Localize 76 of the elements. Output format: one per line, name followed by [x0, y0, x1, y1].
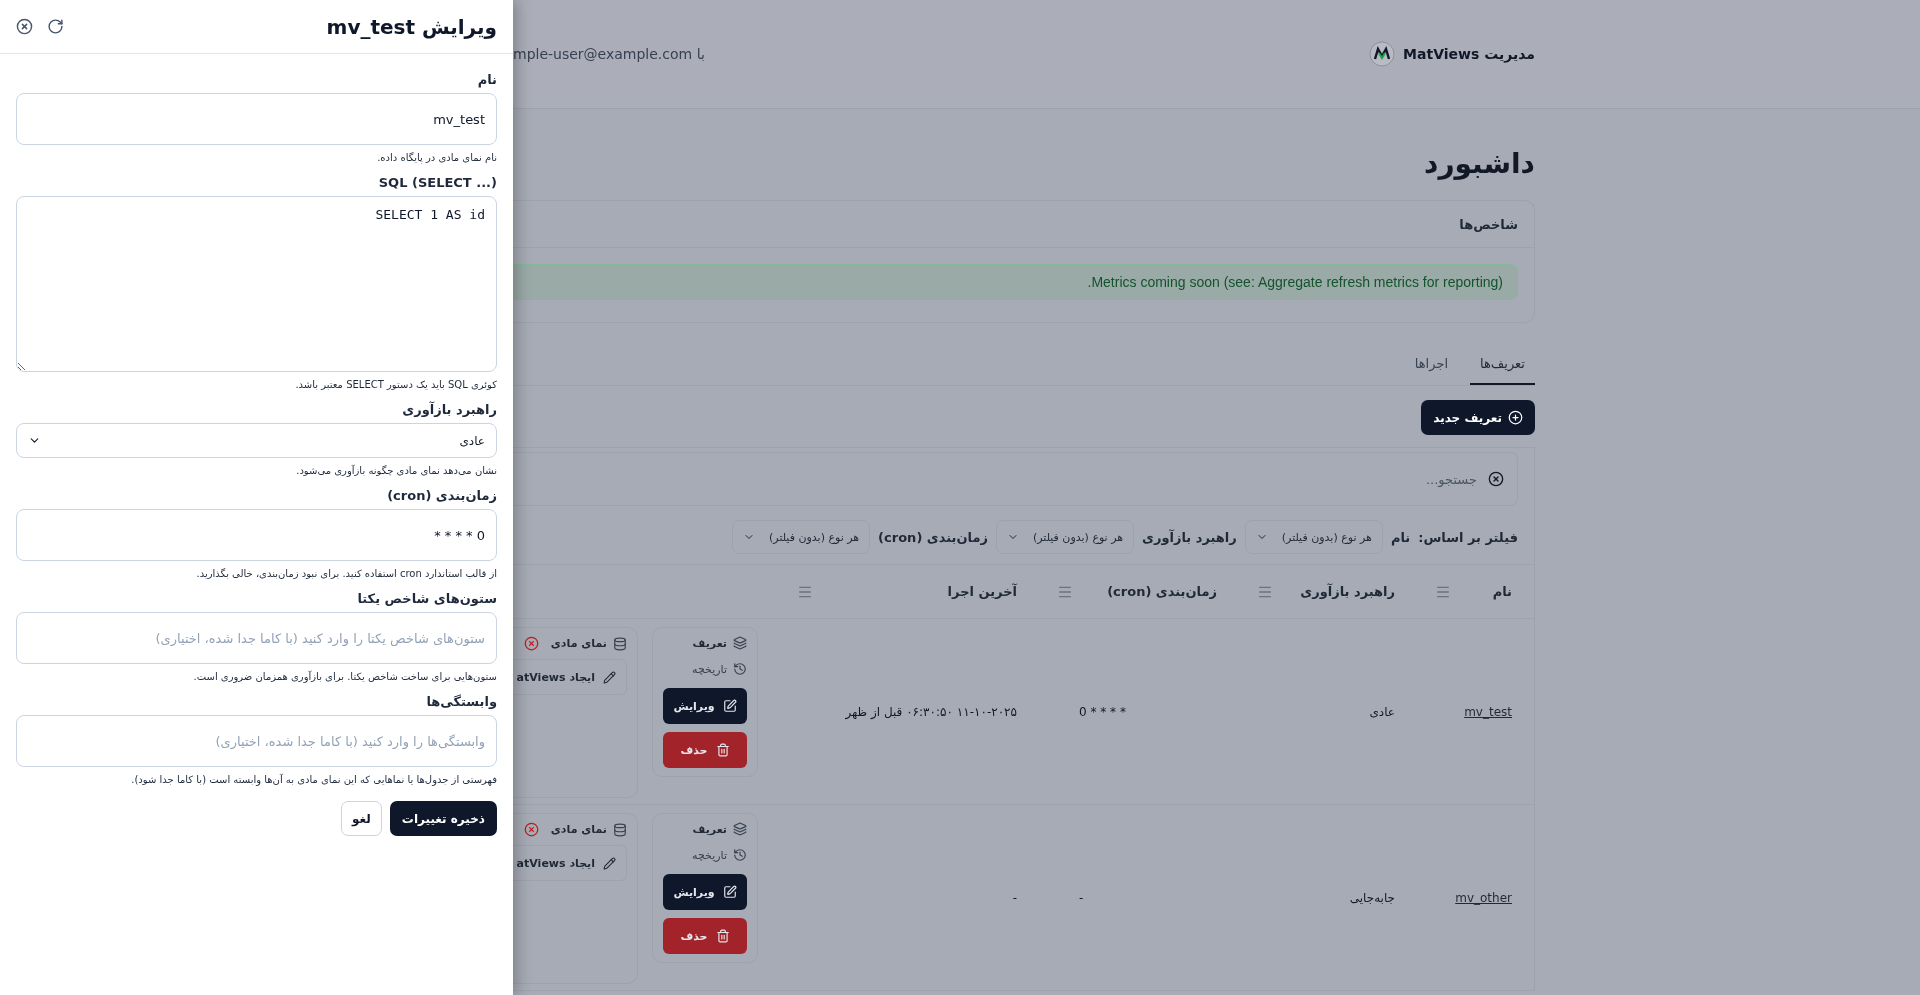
text-field[interactable]: ستون‌های شاخص یکتا را وارد کنید (با کاما جدا شده، اختیاری): [16, 612, 497, 664]
help-text: ستون‌هایی برای ساخت شاخص یکتا. برای بازآوری همزمان ضروری است.: [192, 671, 497, 682]
layers-icon: [733, 822, 747, 836]
delete-button[interactable]: حذف: [663, 918, 747, 954]
edit-button[interactable]: ویرایش: [663, 874, 747, 910]
column-header: زمان‌بندی (cron): [1039, 565, 1239, 619]
save-button[interactable]: ذخیره تغییرات: [389, 801, 497, 836]
filter-select[interactable]: هر نوع (بدون فیلتر): [1244, 520, 1383, 554]
close-icon[interactable]: [16, 18, 33, 35]
field-label: راهبرد بازآوری: [401, 402, 497, 417]
table-cell: جابه‌جایی: [1349, 890, 1395, 905]
search-field[interactable]: جستجو...: [513, 452, 1518, 506]
filter-select[interactable]: هر نوع (بدون فیلتر): [732, 520, 871, 554]
edit-icon: [722, 885, 737, 899]
filter-select[interactable]: هر نوع (بدون فیلتر): [995, 520, 1135, 554]
info-notice: Metrics coming soon (see: Aggregate refresh metrics for reporting).: [513, 264, 1518, 300]
column-header: آخرین اجرا: [779, 565, 1039, 619]
card-title: نمای مادی: [550, 823, 607, 836]
table-cell: ۱۱-۱۰-۲۰۲۵ ۰۶:۳۰:۵۰ قبل از ظهر: [845, 704, 1017, 719]
user-email: با mple-user@example.com: [513, 46, 705, 62]
logo-icon: [1369, 41, 1396, 67]
layers-icon: [733, 636, 747, 650]
field-label: وابستگی‌ها: [425, 694, 497, 709]
refresh-icon[interactable]: [47, 18, 64, 35]
trash-icon: [715, 929, 730, 943]
table-cell: -: [1079, 890, 1084, 905]
column-header: نام: [1417, 565, 1534, 619]
card-title: تعریف: [692, 636, 727, 650]
filter-label: نام: [1390, 529, 1411, 545]
history-button[interactable]: تاریخچه: [663, 658, 747, 680]
pencil-icon: [603, 856, 616, 870]
edit-icon: [722, 699, 737, 713]
text-field[interactable]: 0 * * * *: [16, 509, 497, 561]
help-text: نام نمای مادی در پایگاه داده.: [376, 152, 497, 163]
name-link[interactable]: mv_test: [1464, 704, 1512, 719]
history-icon: [733, 848, 747, 862]
trash-icon: [715, 743, 730, 757]
text-field[interactable]: mv_test: [16, 93, 497, 145]
table-cell: 0 * * * *: [1079, 704, 1126, 719]
field-label: زمان‌بندی (cron): [386, 488, 497, 503]
help-text: کوئری SQL باید یک دستور SELECT معتبر باشد.: [294, 379, 497, 390]
help-text: نشان می‌دهد نمای مادی چگونه بازآوری می‌شود.: [295, 465, 497, 476]
filter-label: راهبرد بازآوری: [1142, 529, 1237, 545]
delete-button[interactable]: حذف: [663, 732, 747, 768]
page-title: داشبورد: [1423, 147, 1535, 180]
plus-icon: [1508, 410, 1523, 425]
drawer-title: ویرایش mv_test: [326, 14, 497, 39]
filter-label: زمان‌بندی (cron): [878, 529, 988, 545]
help-text: فهرستی از جدول‌ها یا نماهایی که این نمای مادی به آن‌ها وابسته است (با کاما جدا شود).: [130, 774, 497, 785]
history-icon: [733, 662, 747, 676]
filter-label: فیلتر بر اساس:: [1418, 529, 1518, 545]
field-label: ستون‌های شاخص یکتا: [356, 591, 497, 606]
card-title: شاخص‌ها: [513, 201, 1534, 248]
new-definition-button[interactable]: تعریف جدید: [1421, 400, 1535, 435]
field-label: SQL (SELECT ...): [377, 175, 497, 190]
card-title: تعریف: [692, 822, 727, 836]
cancel-button[interactable]: لغو: [341, 801, 382, 836]
pencil-icon: [603, 670, 616, 684]
card-title: نمای مادی: [550, 637, 607, 650]
name-link[interactable]: mv_other: [1455, 890, 1512, 905]
select-field[interactable]: عادی: [16, 423, 497, 458]
field-label: نام: [476, 72, 497, 87]
tab[interactable]: تعریف‌ها: [1470, 343, 1535, 385]
clear-icon[interactable]: [1488, 471, 1504, 487]
table-cell: عادی: [1369, 704, 1395, 719]
database-icon: [613, 636, 627, 651]
database-icon: [613, 822, 627, 837]
history-button[interactable]: تاریخچه: [663, 844, 747, 866]
table-cell: -: [1012, 890, 1017, 905]
edit-button[interactable]: ویرایش: [663, 688, 747, 724]
sql-textarea[interactable]: SELECT 1 AS id: [16, 196, 497, 372]
tab[interactable]: اجراها: [1404, 343, 1459, 385]
column-header: راهبرد بازآوری: [1239, 565, 1417, 619]
help-text: از قالب استاندارد cron استفاده کنید. برای نبود زمان‌بندی، خالی بگذارید.: [195, 568, 497, 579]
brand-name: مدیریت MatViews: [1403, 46, 1535, 62]
text-field[interactable]: وابستگی‌ها را وارد کنید (با کاما جدا شده، اختیاری): [16, 715, 497, 767]
